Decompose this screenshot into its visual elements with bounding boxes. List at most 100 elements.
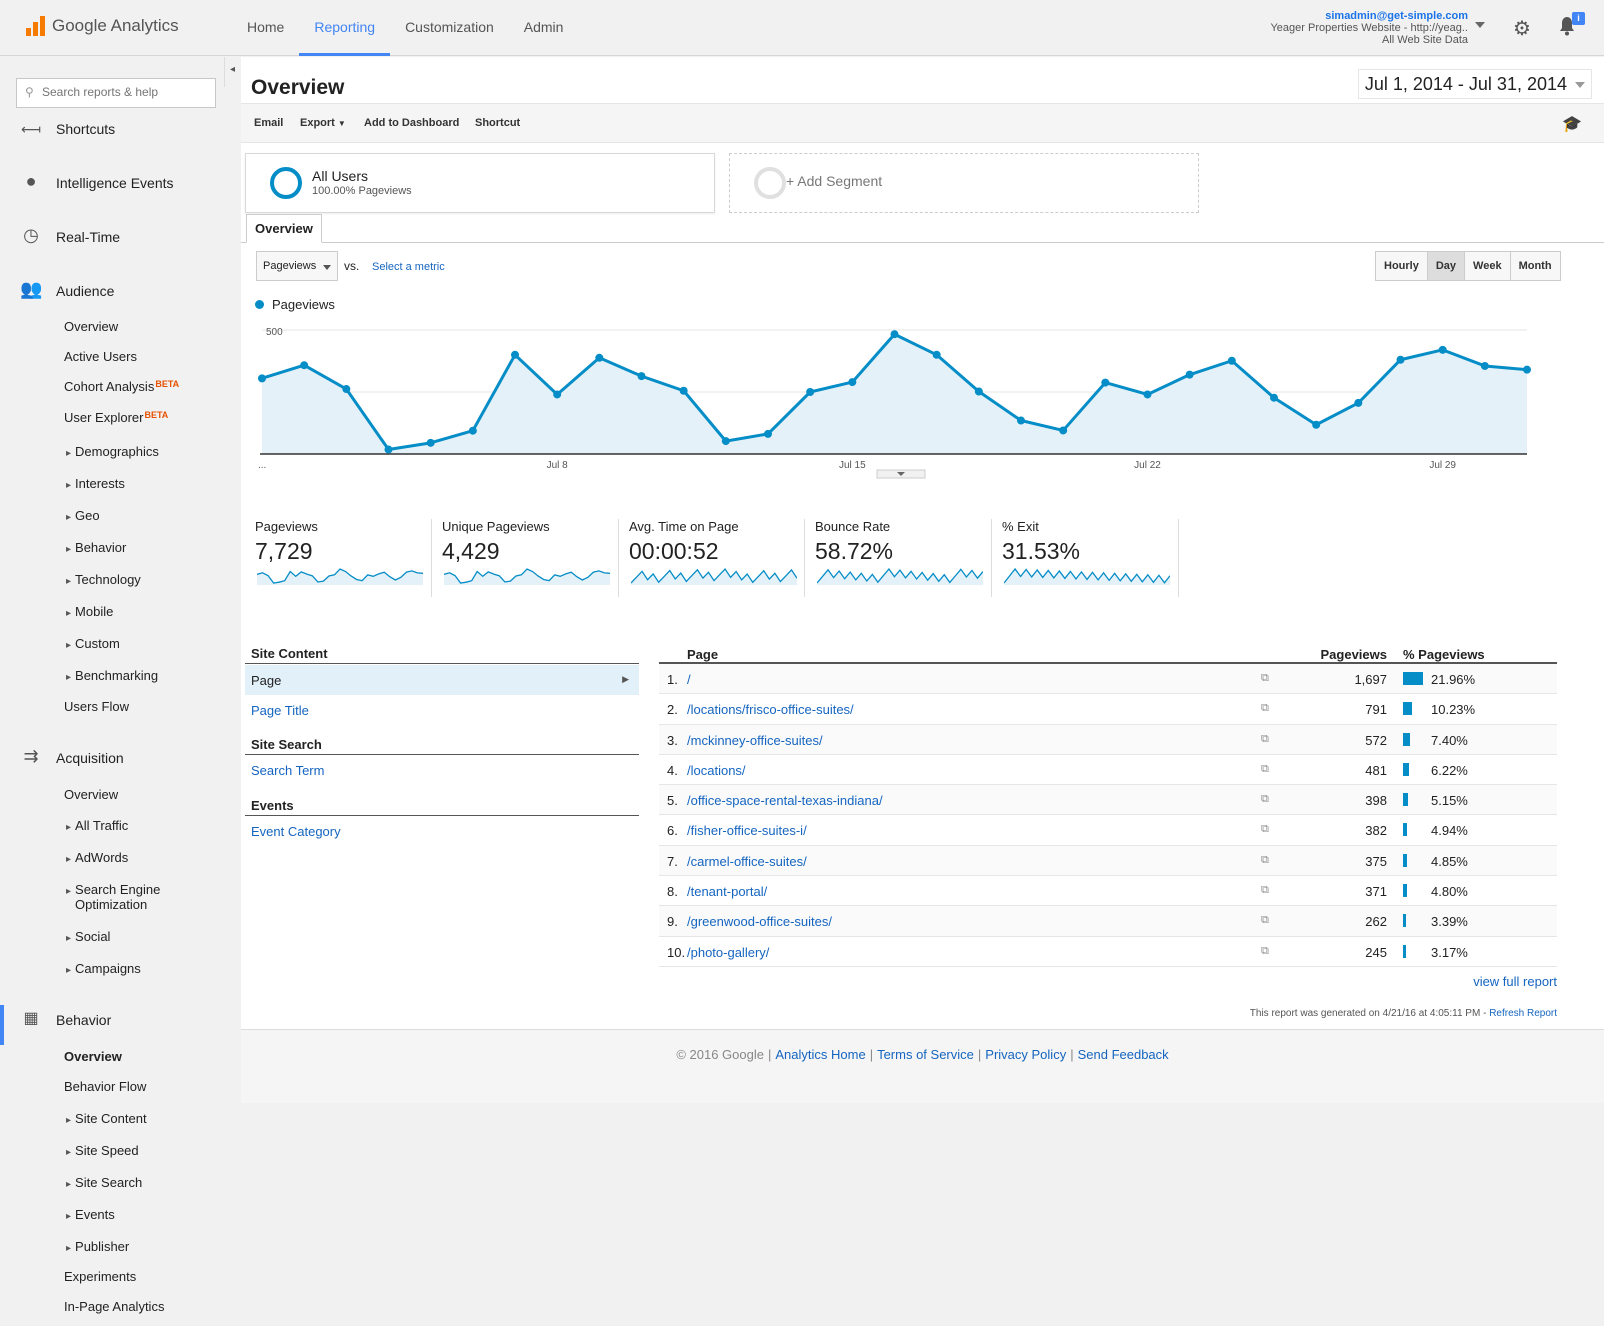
sidebar-item-behavior[interactable]: Behavior xyxy=(56,1012,111,1028)
shortcut-button[interactable]: Shortcut xyxy=(475,117,520,129)
column-header-page[interactable]: Page xyxy=(687,647,718,662)
add-to-dashboard-button[interactable]: Add to Dashboard xyxy=(364,117,459,129)
sidebar-item-in-page-analytics[interactable]: In-Page Analytics xyxy=(64,1299,164,1314)
page-link[interactable]: /tenant-portal/ xyxy=(687,884,767,899)
sidebar-item-mobile[interactable]: Mobile xyxy=(66,604,113,619)
send-feedback-link[interactable]: Send Feedback xyxy=(1078,1047,1169,1062)
open-external-icon[interactable]: ⧉ xyxy=(1261,733,1269,746)
open-external-icon[interactable]: ⧉ xyxy=(1261,793,1269,806)
ga-logo[interactable]: Google Analytics xyxy=(26,16,179,36)
chevron-down-icon[interactable] xyxy=(1475,22,1485,28)
segment-all-users[interactable]: All Users 100.00% Pageviews xyxy=(245,153,715,213)
page-link[interactable]: /greenwood-office-suites/ xyxy=(687,914,832,929)
sidebar-item-site-speed[interactable]: Site Speed xyxy=(66,1143,139,1158)
dimension-page[interactable]: Page ▶ xyxy=(245,665,639,695)
sidebar-item-behavior-flow[interactable]: Behavior Flow xyxy=(64,1079,146,1094)
page-link[interactable]: /photo-gallery/ xyxy=(687,945,769,960)
open-external-icon[interactable]: ⧉ xyxy=(1261,823,1269,836)
sidebar-item-user-explorer[interactable]: User ExplorerBETA xyxy=(64,410,168,425)
select-metric-link[interactable]: Select a metric xyxy=(372,261,445,273)
sidebar-item-technology[interactable]: Technology xyxy=(66,572,141,587)
email-button[interactable]: Email xyxy=(254,117,283,129)
collapse-sidebar-icon[interactable]: ◂ xyxy=(224,57,240,87)
sidebar-item-campaigns[interactable]: Campaigns xyxy=(66,961,141,976)
sidebar-item-interests[interactable]: Interests xyxy=(66,476,125,491)
search-input[interactable] xyxy=(42,85,212,99)
column-header-pageviews[interactable]: Pageviews xyxy=(1321,647,1388,662)
sidebar-item-behavior-audience[interactable]: Behavior xyxy=(66,540,126,555)
hourly-button[interactable]: Hourly xyxy=(1376,252,1428,280)
sidebar-item-demographics[interactable]: Demographics xyxy=(66,444,159,459)
sidebar-item-seo-line2[interactable]: Optimization xyxy=(75,897,147,912)
page-link[interactable]: / xyxy=(687,672,691,687)
sidebar-item-shortcuts[interactable]: Shortcuts xyxy=(56,121,115,137)
tab-overview[interactable]: Overview xyxy=(246,214,322,243)
open-external-icon[interactable]: ⧉ xyxy=(1261,702,1269,715)
kpi-avg-time-on-page[interactable]: Avg. Time on Page 00:00:52 xyxy=(629,519,809,597)
page-link[interactable]: /office-space-rental-texas-indiana/ xyxy=(687,793,883,808)
open-external-icon[interactable]: ⧉ xyxy=(1261,854,1269,867)
sidebar-item-active-users[interactable]: Active Users xyxy=(64,349,137,364)
privacy-link[interactable]: Privacy Policy xyxy=(985,1047,1066,1062)
open-external-icon[interactable]: ⧉ xyxy=(1261,945,1269,958)
dimension-page-title[interactable]: Page Title xyxy=(251,703,309,718)
sidebar-item-benchmarking[interactable]: Benchmarking xyxy=(66,668,158,683)
graduation-cap-icon[interactable]: 🎓 xyxy=(1562,114,1582,134)
analytics-home-link[interactable]: Analytics Home xyxy=(775,1047,865,1062)
sidebar-item-social[interactable]: Social xyxy=(66,929,110,944)
sidebar-item-users-flow[interactable]: Users Flow xyxy=(64,699,129,714)
open-external-icon[interactable]: ⧉ xyxy=(1261,884,1269,897)
terms-link[interactable]: Terms of Service xyxy=(877,1047,974,1062)
dimension-event-category[interactable]: Event Category xyxy=(251,824,341,839)
gear-icon[interactable]: ⚙ xyxy=(1513,16,1531,41)
page-link[interactable]: /carmel-office-suites/ xyxy=(687,854,807,869)
page-link[interactable]: /mckinney-office-suites/ xyxy=(687,733,823,748)
row-number: 8. xyxy=(667,884,678,900)
column-header-pct-pageviews[interactable]: % Pageviews xyxy=(1403,647,1485,662)
sidebar-item-audience-overview[interactable]: Overview xyxy=(64,319,118,334)
sidebar-item-acquisition[interactable]: Acquisition xyxy=(56,750,124,766)
nav-reporting[interactable]: Reporting xyxy=(299,0,391,56)
page-link[interactable]: /fisher-office-suites-i/ xyxy=(687,823,807,838)
sidebar-item-audience[interactable]: Audience xyxy=(56,283,114,299)
kpi-exit[interactable]: % Exit 31.53% xyxy=(1002,519,1182,597)
kpi-pageviews[interactable]: Pageviews 7,729 xyxy=(255,519,435,597)
dimension-search-term[interactable]: Search Term xyxy=(251,763,324,778)
sidebar-item-seo[interactable]: Search Engine xyxy=(66,882,160,897)
sidebar-item-all-traffic[interactable]: All Traffic xyxy=(66,818,128,833)
kpi-unique-pageviews[interactable]: Unique Pageviews 4,429 xyxy=(442,519,622,597)
nav-admin[interactable]: Admin xyxy=(509,0,579,56)
page-link[interactable]: /locations/frisco-office-suites/ xyxy=(687,702,854,717)
add-segment[interactable]: + Add Segment xyxy=(729,153,1199,213)
month-button[interactable]: Month xyxy=(1510,252,1560,280)
sidebar-item-behavior-overview[interactable]: Overview xyxy=(64,1049,122,1064)
sidebar-item-geo[interactable]: Geo xyxy=(66,508,100,523)
search-box[interactable]: ⚲ xyxy=(16,78,216,108)
sidebar-item-site-content[interactable]: Site Content xyxy=(66,1111,147,1126)
account-selector[interactable]: simadmin@get-simple.com Yeager Propertie… xyxy=(1270,10,1468,46)
sidebar-item-custom[interactable]: Custom xyxy=(66,636,120,651)
week-button[interactable]: Week xyxy=(1465,252,1511,280)
day-button[interactable]: Day xyxy=(1427,252,1466,280)
nav-home[interactable]: Home xyxy=(232,0,299,56)
sidebar-item-events[interactable]: Events xyxy=(66,1207,115,1222)
sidebar-item-publisher[interactable]: Publisher xyxy=(66,1239,129,1254)
sidebar-item-adwords[interactable]: AdWords xyxy=(66,850,128,865)
sidebar-item-site-search[interactable]: Site Search xyxy=(66,1175,142,1190)
sidebar-item-intelligence-events[interactable]: Intelligence Events xyxy=(56,175,174,191)
metric-select[interactable]: Pageviews xyxy=(256,251,338,281)
open-external-icon[interactable]: ⧉ xyxy=(1261,763,1269,776)
open-external-icon[interactable]: ⧉ xyxy=(1261,672,1269,685)
nav-customization[interactable]: Customization xyxy=(390,0,509,56)
view-full-report-link[interactable]: view full report xyxy=(1473,974,1557,989)
sidebar-item-cohort-analysis[interactable]: Cohort AnalysisBETA xyxy=(64,379,179,394)
refresh-report-link[interactable]: Refresh Report xyxy=(1489,1008,1557,1019)
page-link[interactable]: /locations/ xyxy=(687,763,746,778)
export-button[interactable]: Export ▼ xyxy=(300,117,346,129)
sidebar-item-acquisition-overview[interactable]: Overview xyxy=(64,787,118,802)
date-range-picker[interactable]: Jul 1, 2014 - Jul 31, 2014 xyxy=(1357,69,1592,99)
sidebar-item-real-time[interactable]: Real-Time xyxy=(56,229,120,245)
kpi-bounce-rate[interactable]: Bounce Rate 58.72% xyxy=(815,519,995,597)
open-external-icon[interactable]: ⧉ xyxy=(1261,914,1269,927)
sidebar-item-experiments[interactable]: Experiments xyxy=(64,1269,136,1284)
